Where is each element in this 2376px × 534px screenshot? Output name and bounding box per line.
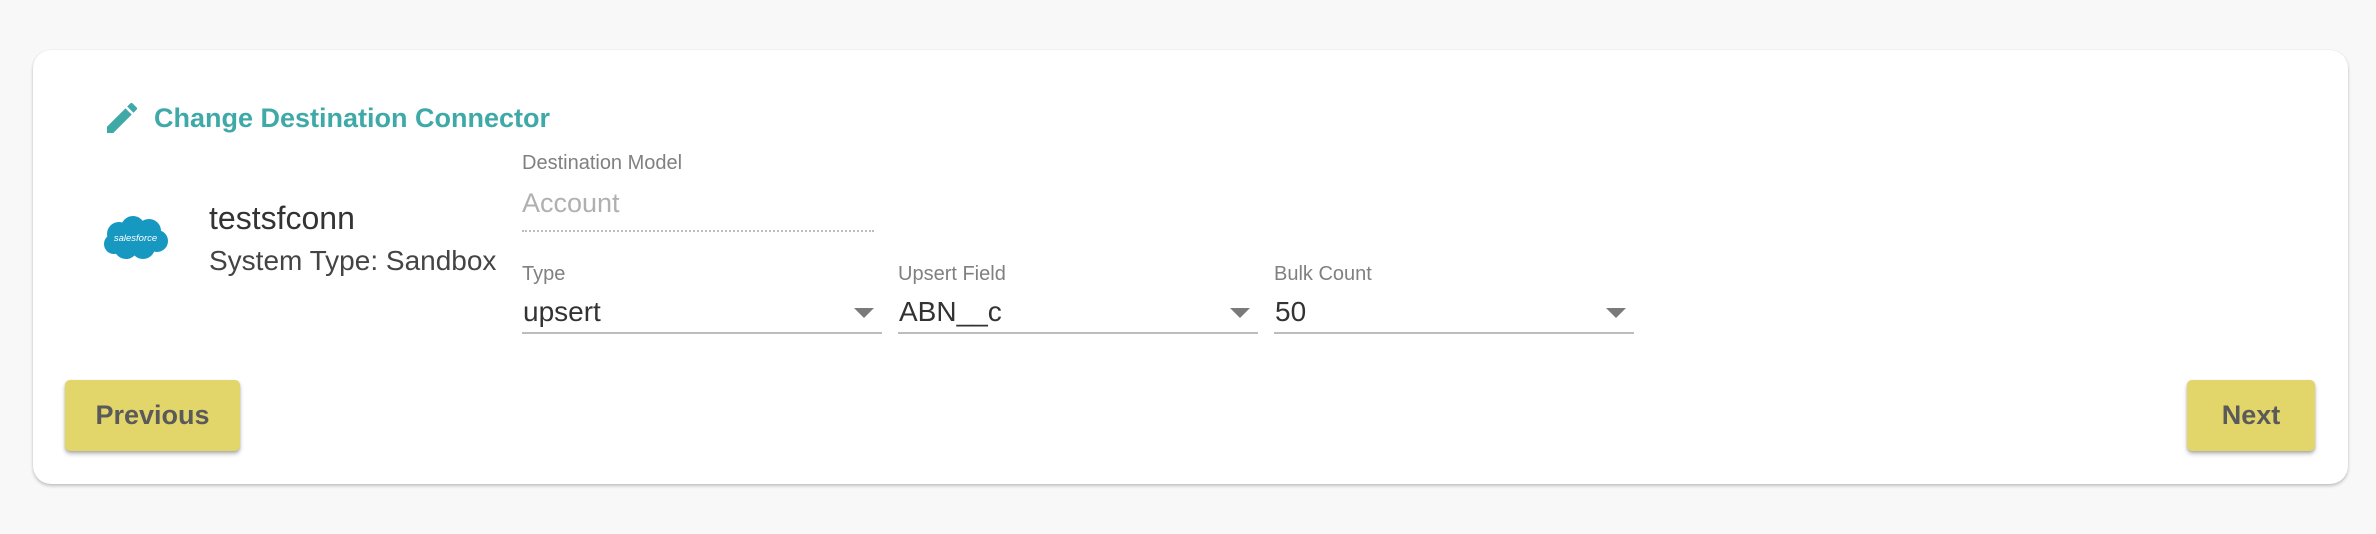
pencil-icon (107, 102, 138, 133)
chevron-down-icon (1230, 308, 1250, 318)
salesforce-logo: salesforce (102, 214, 169, 262)
bulk-count-select[interactable]: 50 (1274, 292, 1634, 334)
upsert-field-select[interactable]: ABN__c (898, 292, 1258, 334)
previous-button[interactable]: Previous (65, 380, 240, 451)
type-select[interactable]: upsert (522, 292, 882, 334)
change-destination-connector-label: Change Destination Connector (154, 102, 551, 133)
connector-system-type: System Type: Sandbox (209, 245, 497, 276)
bulk-count-label: Bulk Count (1274, 263, 1372, 285)
destination-model-label: Destination Model (522, 152, 683, 174)
chevron-down-icon (854, 308, 874, 318)
destination-connector-card: Change Destination Connector salesforce … (33, 50, 2348, 484)
connector-name: testsfconn (209, 200, 355, 236)
next-button[interactable]: Next (2187, 380, 2315, 451)
type-select-value: upsert (523, 296, 601, 327)
chevron-down-icon (1606, 308, 1626, 318)
type-label: Type (522, 263, 566, 285)
bulk-count-select-value: 50 (1275, 296, 1307, 327)
upsert-field-select-value: ABN__c (899, 296, 1002, 327)
change-destination-connector-link[interactable]: Change Destination Connector (102, 98, 550, 138)
upsert-field-label: Upsert Field (898, 263, 1006, 285)
salesforce-logo-text: salesforce (114, 233, 157, 244)
destination-model-field: Account (522, 186, 874, 232)
